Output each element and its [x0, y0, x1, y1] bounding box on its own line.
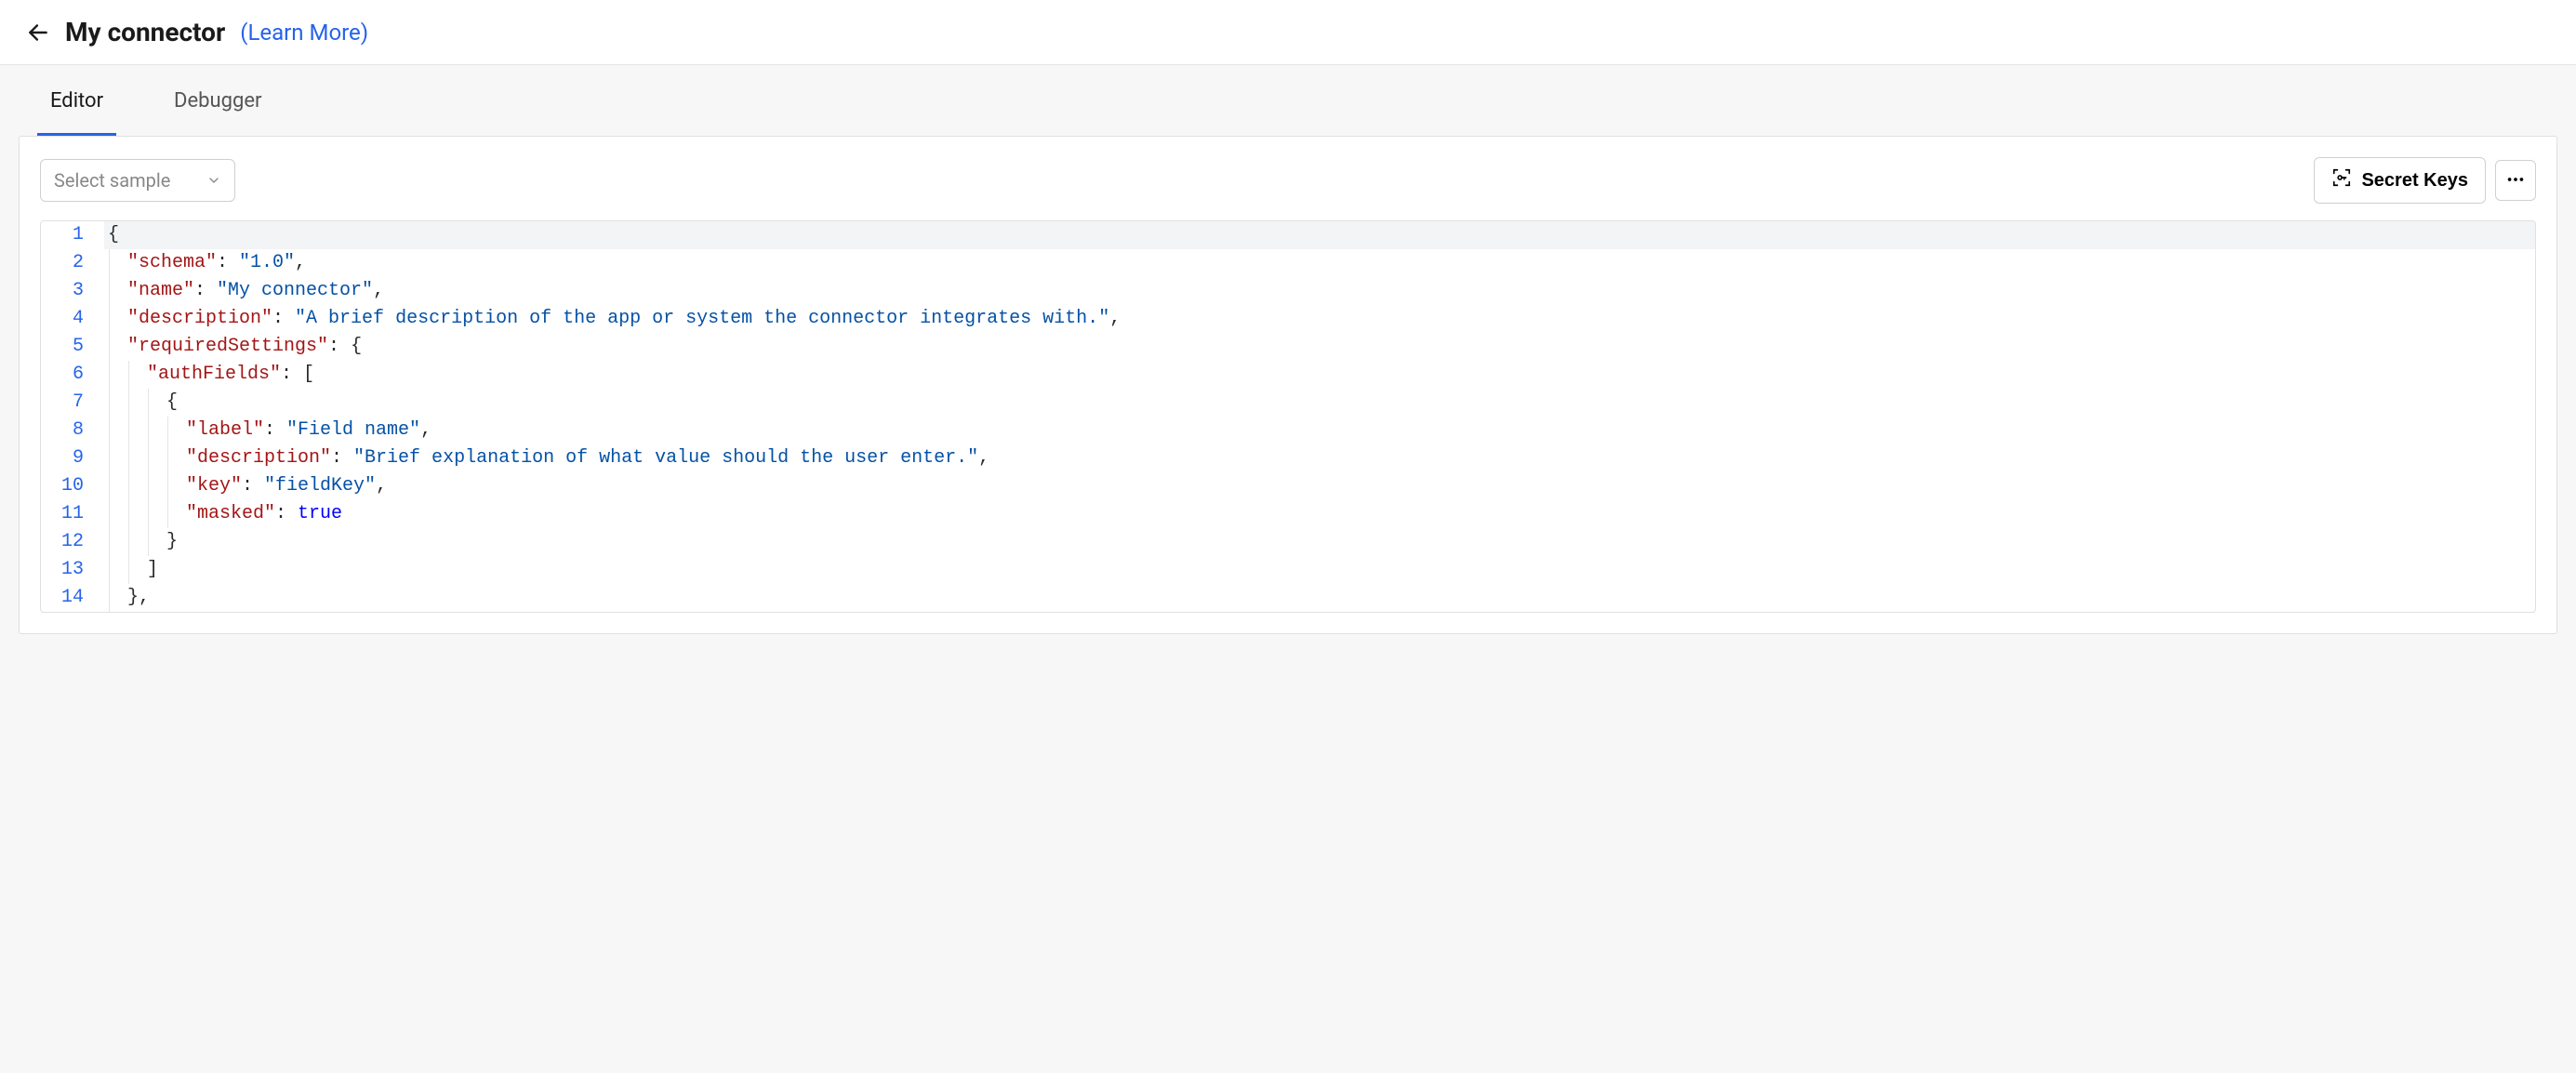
chevron-down-icon: [206, 173, 221, 188]
code-content[interactable]: "schema": "1.0",: [104, 249, 2535, 277]
line-number: 9: [41, 444, 104, 472]
select-sample-placeholder: Select sample: [54, 169, 170, 192]
code-content[interactable]: {: [104, 221, 2535, 249]
top-bar: My connector (Learn More): [0, 0, 2576, 65]
back-arrow-icon[interactable]: [26, 20, 50, 45]
more-menu-button[interactable]: [2495, 160, 2536, 201]
code-content[interactable]: "description": "A brief description of t…: [104, 305, 2535, 333]
tabs: Editor Debugger: [0, 65, 2576, 136]
content-area: Editor Debugger Select sample: [0, 65, 2576, 1073]
code-line[interactable]: 6"authFields": [: [41, 361, 2535, 389]
line-number: 6: [41, 361, 104, 389]
code-editor[interactable]: 1{2"schema": "1.0",3"name": "My connecto…: [40, 220, 2536, 613]
more-icon: [2505, 169, 2526, 192]
line-number: 7: [41, 389, 104, 417]
code-line[interactable]: 14},: [41, 584, 2535, 612]
line-number: 11: [41, 500, 104, 528]
code-content[interactable]: }: [104, 528, 2535, 556]
code-content[interactable]: "requiredSettings": {: [104, 333, 2535, 361]
code-line[interactable]: 12}: [41, 528, 2535, 556]
code-content[interactable]: "masked": true: [104, 500, 2535, 528]
secret-keys-label: Secret Keys: [2361, 170, 2468, 192]
code-line[interactable]: 11"masked": true: [41, 500, 2535, 528]
editor-panel: Select sample: [19, 136, 2557, 634]
code-line[interactable]: 7{: [41, 389, 2535, 417]
line-number: 12: [41, 528, 104, 556]
page-title: My connector: [65, 17, 225, 47]
line-number: 5: [41, 333, 104, 361]
tab-debugger[interactable]: Debugger: [161, 65, 274, 136]
tab-editor[interactable]: Editor: [37, 65, 116, 136]
code-content[interactable]: ]: [104, 556, 2535, 584]
code-line[interactable]: 13]: [41, 556, 2535, 584]
code-content[interactable]: "name": "My connector",: [104, 277, 2535, 305]
line-number: 3: [41, 277, 104, 305]
learn-more-link[interactable]: (Learn More): [240, 20, 368, 46]
secret-keys-button[interactable]: Secret Keys: [2314, 157, 2486, 204]
code-line[interactable]: 4"description": "A brief description of …: [41, 305, 2535, 333]
code-content[interactable]: "key": "fieldKey",: [104, 472, 2535, 500]
code-content[interactable]: {: [104, 389, 2535, 417]
line-number: 2: [41, 249, 104, 277]
code-line[interactable]: 9"description": "Brief explanation of wh…: [41, 444, 2535, 472]
line-number: 10: [41, 472, 104, 500]
code-line[interactable]: 10"key": "fieldKey",: [41, 472, 2535, 500]
code-content[interactable]: },: [104, 584, 2535, 612]
line-number: 14: [41, 584, 104, 612]
line-number: 8: [41, 417, 104, 444]
line-number: 1: [41, 221, 104, 249]
select-sample-dropdown[interactable]: Select sample: [40, 159, 235, 202]
line-number: 4: [41, 305, 104, 333]
editor-toolbar: Select sample: [40, 157, 2536, 204]
code-line[interactable]: 1{: [41, 221, 2535, 249]
code-content[interactable]: "label": "Field name",: [104, 417, 2535, 444]
code-line[interactable]: 2"schema": "1.0",: [41, 249, 2535, 277]
code-line[interactable]: 3"name": "My connector",: [41, 277, 2535, 305]
code-content[interactable]: "authFields": [: [104, 361, 2535, 389]
code-line[interactable]: 5"requiredSettings": {: [41, 333, 2535, 361]
line-number: 13: [41, 556, 104, 584]
secret-keys-icon: [2331, 167, 2352, 193]
code-line[interactable]: 8"label": "Field name",: [41, 417, 2535, 444]
code-content[interactable]: "description": "Brief explanation of wha…: [104, 444, 2535, 472]
